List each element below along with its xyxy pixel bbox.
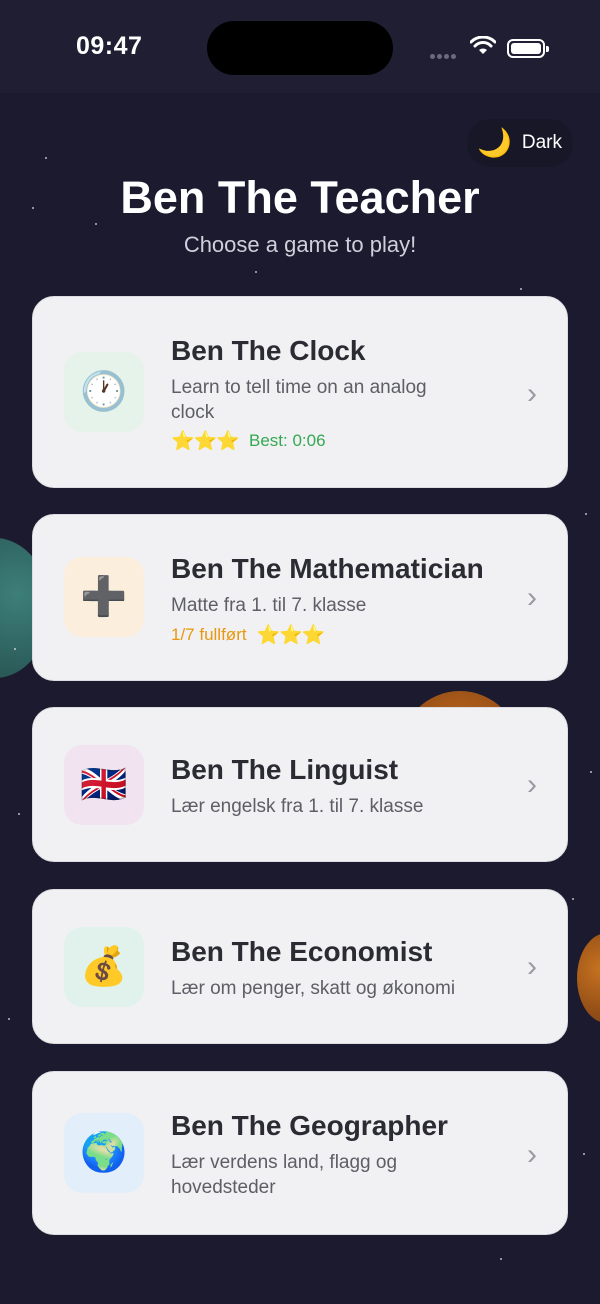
game-card-mathematician[interactable]: ➕ Ben The Mathematician Matte fra 1. til… bbox=[32, 514, 568, 681]
game-card-clock[interactable]: 🕐 Ben The Clock Learn to tell time on an… bbox=[32, 296, 568, 488]
game-description: Learn to tell time on an analog clock bbox=[171, 377, 427, 423]
star bbox=[14, 648, 16, 650]
game-stats: 1/7 fullført ⭐⭐⭐ bbox=[171, 623, 326, 647]
status-time: 09:47 bbox=[76, 32, 143, 60]
status-bar: 09:47 bbox=[0, 0, 600, 93]
game-title: Ben The Linguist bbox=[171, 754, 399, 785]
game-description: Lær om penger, skatt og økonomi bbox=[171, 978, 456, 999]
game-title: Ben The Mathematician bbox=[171, 553, 484, 584]
game-card-geographer[interactable]: 🌍 Ben The Geographer Lær verdens land, f… bbox=[32, 1071, 568, 1235]
clock-icon: 🕐 bbox=[64, 352, 144, 432]
chevron-right-icon: › bbox=[527, 1138, 537, 1171]
signal-icon bbox=[430, 46, 458, 64]
game-title: Ben The Clock bbox=[171, 335, 366, 366]
game-description: Lær engelsk fra 1. til 7. klasse bbox=[171, 796, 424, 817]
orange-planet-small bbox=[577, 933, 600, 1023]
game-description: Lær verdens land, flagg og hovedsteder bbox=[171, 1152, 398, 1198]
game-card-economist[interactable]: 💰 Ben The Economist Lær om penger, skatt… bbox=[32, 889, 568, 1044]
plus-icon: ➕ bbox=[64, 557, 144, 637]
dynamic-island bbox=[207, 21, 393, 75]
progress-text: 1/7 fullført bbox=[171, 625, 247, 644]
chevron-right-icon: › bbox=[527, 950, 537, 983]
game-description: Matte fra 1. til 7. klasse bbox=[171, 595, 367, 616]
battery-icon bbox=[507, 39, 549, 58]
chevron-right-icon: › bbox=[527, 377, 537, 410]
theme-toggle-label: Dark bbox=[521, 132, 562, 153]
star bbox=[500, 1258, 502, 1260]
star bbox=[520, 288, 522, 290]
wifi-icon bbox=[469, 35, 497, 61]
page-subtitle: Choose a game to play! bbox=[183, 232, 417, 257]
game-title: Ben The Economist bbox=[171, 936, 433, 967]
game-title: Ben The Geographer bbox=[171, 1110, 448, 1141]
chevron-right-icon: › bbox=[527, 768, 537, 801]
moon-icon: 🌙 bbox=[477, 127, 512, 158]
star bbox=[255, 271, 257, 273]
best-time: Best: 0:06 bbox=[248, 431, 326, 450]
uk-flag-icon: 🇬🇧 bbox=[64, 745, 144, 825]
money-bag-icon: 💰 bbox=[64, 927, 144, 1007]
star bbox=[8, 1018, 10, 1020]
page-title: Ben The Teacher bbox=[120, 172, 480, 223]
game-stats: ⭐⭐⭐ Best: 0:06 bbox=[171, 429, 326, 453]
chevron-right-icon: › bbox=[527, 581, 537, 614]
globe-icon: 🌍 bbox=[64, 1113, 144, 1193]
theme-toggle-button[interactable]: 🌙 Dark bbox=[467, 119, 573, 167]
star bbox=[572, 898, 574, 900]
star bbox=[45, 157, 47, 159]
star-rating: ⭐⭐⭐ bbox=[171, 431, 240, 452]
star bbox=[583, 1153, 585, 1155]
star bbox=[585, 513, 587, 515]
star bbox=[590, 771, 592, 773]
star bbox=[18, 813, 20, 815]
star-rating: ⭐⭐⭐ bbox=[256, 625, 326, 646]
game-card-linguist[interactable]: 🇬🇧 Ben The Linguist Lær engelsk fra 1. t… bbox=[32, 707, 568, 862]
